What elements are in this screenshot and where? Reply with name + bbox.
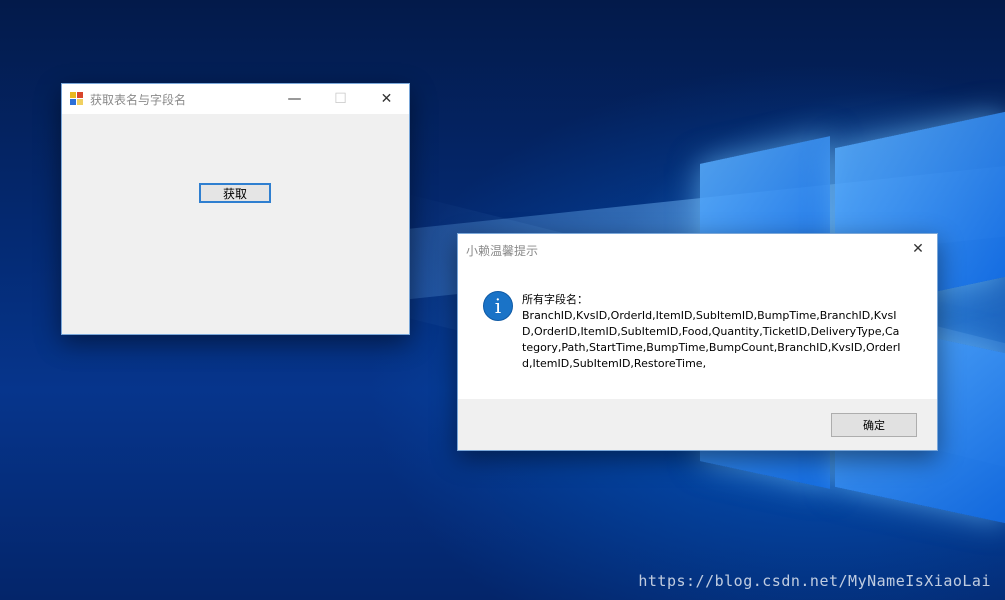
- close-icon: ✕: [380, 91, 393, 107]
- minimize-button[interactable]: —: [272, 84, 317, 114]
- close-button[interactable]: ✕: [364, 84, 409, 114]
- fetch-button[interactable]: 获取: [199, 183, 271, 203]
- maximize-button[interactable]: ☐: [318, 84, 363, 114]
- minimize-icon: —: [287, 91, 302, 107]
- ok-button[interactable]: 确定: [831, 413, 917, 437]
- app-icon: [70, 92, 84, 106]
- message-body: i 所有字段名： BranchID,KvsID,OrderId,ItemID,S…: [458, 264, 937, 399]
- message-box-title-bar[interactable]: 小赖温馨提示 ✕: [458, 234, 937, 264]
- message-text: 所有字段名： BranchID,KvsID,OrderId,ItemID,Sub…: [522, 293, 901, 370]
- watermark: https://blog.csdn.net/MyNameIsXiaoLai: [638, 572, 991, 590]
- close-icon: ✕: [912, 241, 924, 257]
- message-footer: 确定: [458, 399, 937, 450]
- message-box-close-button[interactable]: ✕: [899, 234, 937, 264]
- title-bar[interactable]: 获取表名与字段名 — ☐ ✕: [62, 84, 409, 114]
- maximize-icon: ☐: [334, 91, 347, 107]
- info-icon: i: [483, 291, 513, 321]
- message-box: 小赖温馨提示 ✕ i 所有字段名： BranchID,KvsID,OrderId…: [457, 233, 938, 451]
- main-window: 获取表名与字段名 — ☐ ✕ 获取: [61, 83, 410, 335]
- window-title: 获取表名与字段名: [90, 93, 187, 107]
- message-box-title: 小赖温馨提示: [466, 244, 539, 258]
